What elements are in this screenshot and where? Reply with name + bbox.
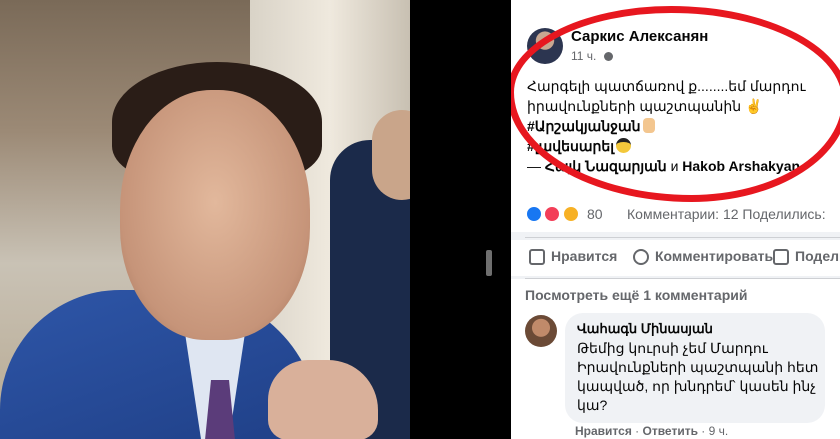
comment-like-link[interactable]: Нравится [575,424,632,438]
shares-count-link[interactable]: Поделились: [742,206,825,222]
facebook-post-panel: Саркис Алексанян 11 ч. Հարգելի պատճառով … [511,0,840,439]
comment-share-stats: Комментарии: 12 Поделились: [627,206,826,222]
post-card: Саркис Алексанян 11 ч. Հարգելի պատճառով … [511,0,840,238]
comment-text: Թեմից կուրսի չեմ Մարդու Իրավունքների պաշ… [577,340,819,413]
reaction-icons[interactable] [525,205,580,225]
divider [525,237,840,238]
divider-strip [410,0,510,439]
commenter-avatar[interactable] [525,315,557,347]
comment-reply-link[interactable]: Ответить [643,424,698,438]
profile-photo [0,0,410,439]
share-icon [773,249,789,265]
share-button[interactable]: Поделиться [773,248,840,265]
love-reaction-icon [543,205,562,223]
reaction-count[interactable]: 80 [587,206,603,222]
comment-bubble: Վահագն Մինասյան Թեմից կուրսի չեմ Մարդու … [565,313,825,423]
like-button[interactable]: Нравится [529,248,617,265]
comment-icon [633,249,649,265]
comment-time[interactable]: 9 ч. [709,424,729,438]
like-icon [529,249,545,265]
view-more-comments-link[interactable]: Посмотреть ещё 1 комментарий [525,287,747,303]
comments-section: Посмотреть ещё 1 комментарий Վահագն Մինա… [511,279,840,439]
comment-button[interactable]: Комментировать [633,248,773,265]
chevron-right-icon[interactable] [486,250,492,276]
action-bar: Нравится Комментировать Поделиться [511,240,840,276]
commenter-name[interactable]: Վահագն Մինասյան [577,321,713,337]
like-reaction-icon [525,205,543,223]
haha-reaction-icon [561,205,580,223]
comment-meta: Нравится · Ответить · 9 ч. [575,424,729,438]
comments-count-link[interactable]: Комментарии: 12 [627,206,739,222]
